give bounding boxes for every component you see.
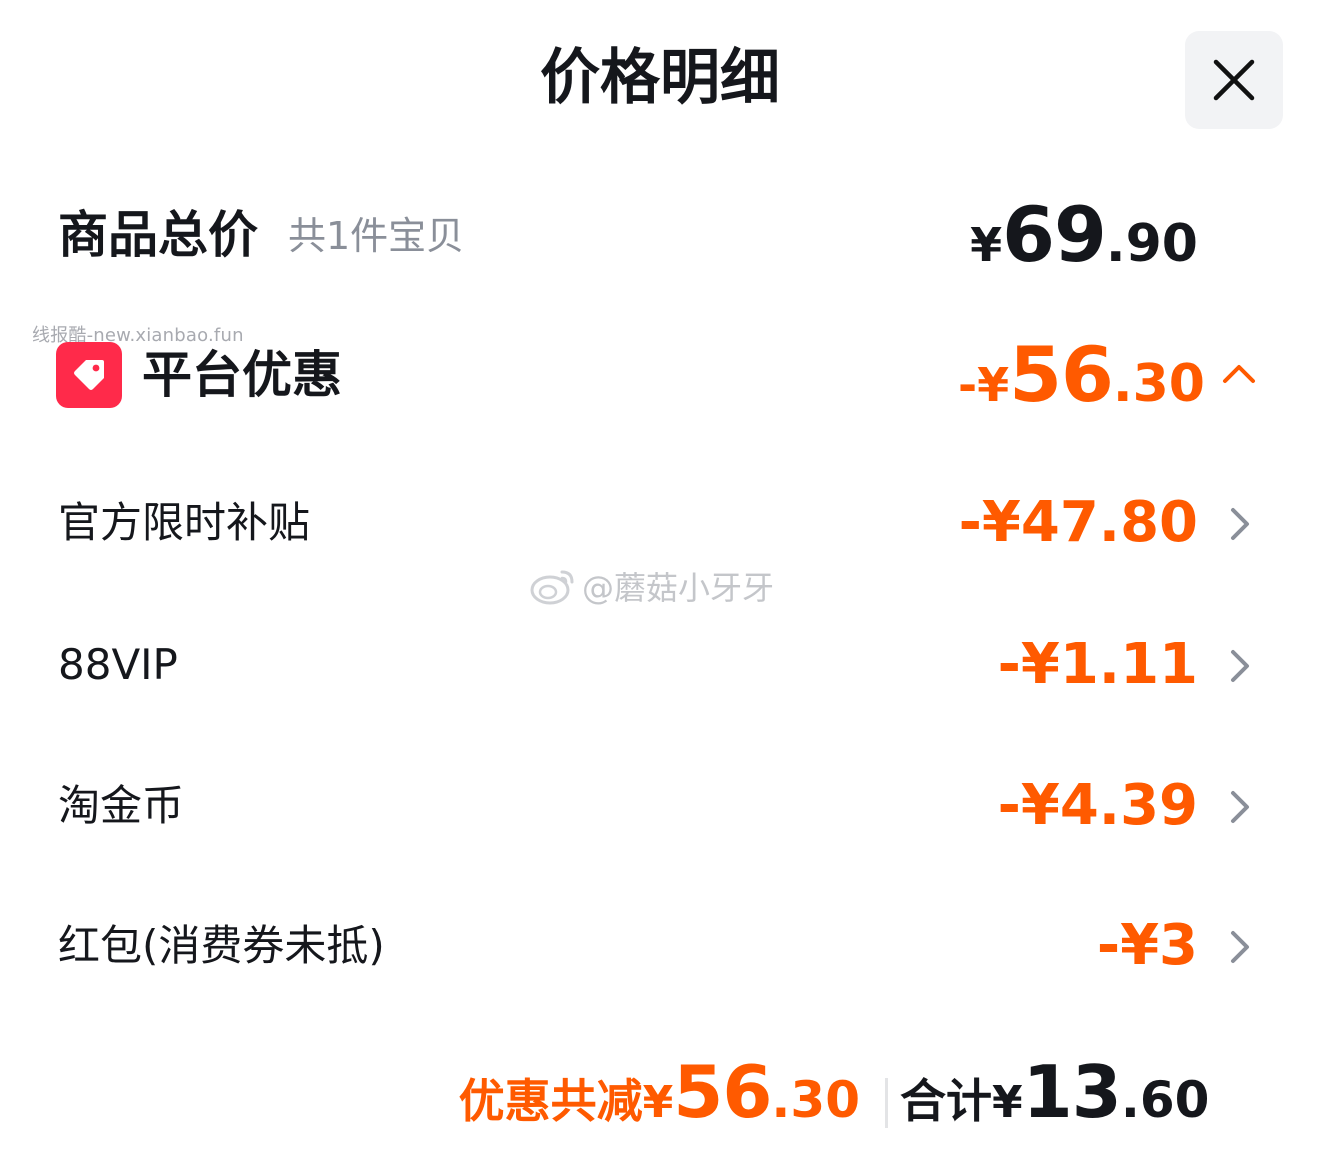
discount-item-official-subsidy[interactable]: 官方限时补贴 -¥47.80 xyxy=(0,478,1320,568)
currency-symbol: ¥ xyxy=(970,218,1003,272)
total-decimal: .60 xyxy=(1120,1071,1210,1129)
discount-item-label: 官方限时补贴 xyxy=(58,498,311,547)
goods-total-price: ¥69.90 xyxy=(920,190,1198,279)
saved-integer: 56 xyxy=(673,1050,772,1134)
total-label: 合计 xyxy=(900,1074,992,1128)
goods-total-label: 商品总价 xyxy=(58,206,258,264)
platform-discount-label: 平台优惠 xyxy=(142,346,342,404)
discount-item-amount: -¥4.39 xyxy=(997,773,1198,838)
weibo-handle: @蘑菇小牙牙 xyxy=(582,569,775,607)
divider xyxy=(885,1078,888,1128)
currency-symbol: ¥ xyxy=(992,1077,1023,1128)
discount-item-label: 88VIP xyxy=(58,640,178,689)
saved-label: 优惠共减 xyxy=(458,1074,643,1128)
close-icon xyxy=(1213,59,1255,101)
chevron-right-icon xyxy=(1231,931,1249,963)
close-button[interactable] xyxy=(1185,31,1283,129)
currency-symbol: ¥ xyxy=(642,1077,674,1128)
total-integer: 13 xyxy=(1022,1050,1122,1134)
discount-item-amount: -¥47.80 xyxy=(958,490,1198,555)
price-decimal: .90 xyxy=(1105,214,1198,274)
discount-item-taojinbi[interactable]: 淘金币 -¥4.39 xyxy=(0,761,1320,851)
discount-item-amount: -¥3 xyxy=(1096,913,1198,978)
chevron-up-icon[interactable] xyxy=(1222,362,1256,384)
discount-item-amount: -¥1.11 xyxy=(997,632,1198,697)
goods-count: 共1件宝贝 xyxy=(288,214,465,258)
weibo-icon xyxy=(530,570,574,605)
chevron-right-icon xyxy=(1231,650,1249,682)
amount-prefix: -¥ xyxy=(958,358,1010,412)
saved-decimal: .30 xyxy=(771,1071,860,1129)
total-saved: 优惠共减¥56.30 xyxy=(440,1050,860,1134)
price-summary-footer: 优惠共减¥56.30 合计¥13.60 xyxy=(0,1050,1320,1160)
discount-item-88vip[interactable]: 88VIP -¥1.11 xyxy=(0,620,1320,710)
platform-discount-row[interactable]: 平台优惠 -¥56.30 xyxy=(0,330,1320,430)
chevron-right-icon xyxy=(1231,791,1249,823)
goods-total-row: 商品总价 共1件宝贝 ¥69.90 xyxy=(0,190,1320,280)
discount-item-label: 红包(消费券未抵) xyxy=(58,921,385,970)
price-detail-sheet: 价格明细 商品总价 共1件宝贝 ¥69.90 线报酷-new.xianbao.f… xyxy=(0,0,1320,1174)
platform-discount-amount: -¥56.30 xyxy=(900,330,1205,419)
discount-item-red-packet[interactable]: 红包(消费券未抵) -¥3 xyxy=(0,901,1320,991)
sheet-title: 价格明细 xyxy=(540,43,780,113)
grand-total: 合计¥13.60 xyxy=(900,1050,1209,1134)
chevron-right-icon xyxy=(1231,508,1249,540)
discount-item-label: 淘金币 xyxy=(58,781,185,830)
price-integer: 69 xyxy=(1002,190,1107,279)
amount-integer: 56 xyxy=(1009,330,1114,419)
amount-decimal: .30 xyxy=(1112,354,1205,414)
tag-icon xyxy=(56,342,122,408)
